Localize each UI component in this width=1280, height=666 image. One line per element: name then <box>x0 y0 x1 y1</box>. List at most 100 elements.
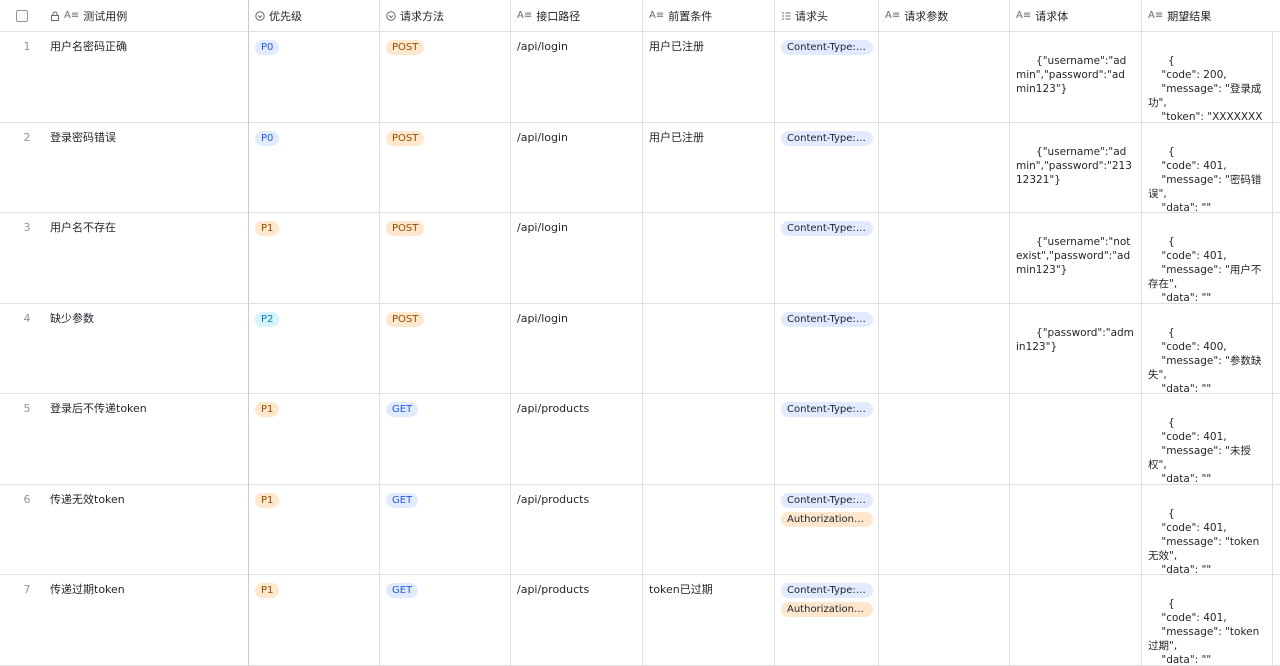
table-row[interactable]: 5 登录后不传递token P1 GET /api/products Conte… <box>0 394 1280 485</box>
path-text: /api/login <box>517 130 568 144</box>
table-row[interactable]: 4 缺少参数 P2 POST /api/login Content-Type: … <box>0 303 1280 394</box>
priority-cell[interactable]: P2 <box>249 303 380 393</box>
table-row[interactable]: 7 传递过期token P1 GET /api/products token已过… <box>0 575 1280 666</box>
precondition-cell[interactable] <box>643 303 775 393</box>
body-cell[interactable]: {"password":"admin123"} <box>1010 303 1142 393</box>
case-name-cell[interactable]: 用户名不存在 <box>44 213 249 303</box>
params-cell[interactable] <box>879 484 1010 574</box>
case-name: 登录后不传递token <box>50 402 147 415</box>
params-cell[interactable] <box>879 575 1010 665</box>
case-name-cell[interactable]: 用户名密码正确 <box>44 32 249 122</box>
expected-cell[interactable]: { "code": 401, "message": "用户不存在", "data… <box>1142 213 1273 303</box>
expected-text: { "code": 400, "message": "参数缺失", "data"… <box>1148 326 1262 394</box>
authorization-tag: Authorization: {... <box>781 511 873 527</box>
column-header-priority[interactable]: 优先级 <box>249 0 380 31</box>
table-row[interactable]: 2 登录密码错误 P0 POST /api/login 用户已注册 Conten… <box>0 122 1280 213</box>
params-cell[interactable] <box>879 213 1010 303</box>
body-cell[interactable] <box>1010 394 1142 484</box>
case-name-cell[interactable]: 传递过期token <box>44 575 249 665</box>
params-cell[interactable] <box>879 122 1010 212</box>
select-all-checkbox[interactable] <box>0 0 44 31</box>
table-row[interactable]: 6 传递无效token P1 GET /api/products Content… <box>0 484 1280 575</box>
case-name-cell[interactable]: 登录密码错误 <box>44 123 249 213</box>
expected-cell[interactable]: { "code": 401, "message": "token无效", "da… <box>1142 484 1273 574</box>
precondition-cell[interactable]: 用户已注册 <box>643 122 775 212</box>
path-cell[interactable]: /api/products <box>511 575 643 665</box>
method-cell[interactable]: POST <box>380 213 511 303</box>
path-cell[interactable]: /api/login <box>511 32 643 122</box>
expected-cell[interactable]: { "code": 401, "message": "token过期", "da… <box>1142 575 1273 665</box>
table-header: A≡ 测试用例 优先级 请求方法 A≡ 接口路径 A≡ 前置条件 请求头 A≡ … <box>0 0 1280 32</box>
select-icon <box>386 10 396 21</box>
params-cell[interactable] <box>879 303 1010 393</box>
text-field-icon: A≡ <box>64 10 80 21</box>
precondition-cell[interactable] <box>643 213 775 303</box>
path-cell[interactable]: /api/login <box>511 213 643 303</box>
column-header-path[interactable]: A≡ 接口路径 <box>511 0 643 31</box>
body-cell[interactable]: {"username":"admin","password":"21312321… <box>1010 122 1142 212</box>
expected-cell[interactable]: { "code": 200, "message": "登录成功", "token… <box>1142 32 1273 122</box>
path-cell[interactable]: /api/products <box>511 394 643 484</box>
precondition-cell[interactable]: token已过期 <box>643 575 775 665</box>
precondition-cell[interactable] <box>643 394 775 484</box>
expected-cell[interactable]: { "code": 401, "message": "密码错误", "data"… <box>1142 122 1273 213</box>
header-tags: Content-Type: a... <box>781 311 873 327</box>
header-tags: Content-Type: a... <box>781 130 873 146</box>
headers-cell[interactable]: Content-Type: a... <box>775 303 879 393</box>
method-cell[interactable]: POST <box>380 32 511 122</box>
column-header-body[interactable]: A≡ 请求体 <box>1010 0 1142 31</box>
headers-cell[interactable]: Content-Type: ... Authorization: {... <box>775 484 879 574</box>
case-name-cell[interactable]: 传递无效token <box>44 485 249 575</box>
params-cell[interactable] <box>879 394 1010 484</box>
column-header-headers[interactable]: 请求头 <box>775 0 879 31</box>
headers-cell[interactable]: Content-Type: a... <box>775 213 879 303</box>
path-cell[interactable]: /api/products <box>511 484 643 574</box>
precondition-cell[interactable] <box>643 484 775 574</box>
case-name: 用户名密码正确 <box>50 40 127 53</box>
case-name-cell[interactable]: 缺少参数 <box>44 304 249 394</box>
path-cell[interactable]: /api/login <box>511 303 643 393</box>
headers-cell[interactable]: Content-Type: a... <box>775 32 879 122</box>
header-tags: Content-Type: a... <box>781 40 873 55</box>
body-text: {"username":"notexist","password":"admin… <box>1016 236 1131 276</box>
column-header-case[interactable]: A≡ 测试用例 <box>44 0 249 31</box>
method-cell[interactable]: POST <box>380 303 511 393</box>
method-cell[interactable]: GET <box>380 484 511 574</box>
content-type-tag: Content-Type: ... <box>781 583 873 598</box>
body-cell[interactable] <box>1010 575 1142 665</box>
expected-cell[interactable]: { "code": 400, "message": "参数缺失", "data"… <box>1142 303 1273 394</box>
method-cell[interactable]: GET <box>380 394 511 484</box>
method-cell[interactable]: GET <box>380 575 511 665</box>
headers-cell[interactable]: Content-Type: a... <box>775 394 879 484</box>
method-cell[interactable]: POST <box>380 122 511 212</box>
expected-text: { "code": 401, "message": "密码错误", "data"… <box>1148 145 1262 213</box>
priority-cell[interactable]: P0 <box>249 122 380 212</box>
checkbox-icon[interactable] <box>16 9 28 22</box>
precondition-cell[interactable]: 用户已注册 <box>643 32 775 122</box>
priority-cell[interactable]: P1 <box>249 213 380 303</box>
column-header-params[interactable]: A≡ 请求参数 <box>879 0 1010 31</box>
path-cell[interactable]: /api/login <box>511 122 643 212</box>
column-header-expected[interactable]: A≡ 期望结果 <box>1142 0 1280 31</box>
params-cell[interactable] <box>879 32 1010 122</box>
priority-cell[interactable]: P1 <box>249 394 380 484</box>
headers-cell[interactable]: Content-Type: ... Authorization: {... <box>775 575 879 665</box>
column-header-method[interactable]: 请求方法 <box>380 0 511 31</box>
table-row[interactable]: 1 用户名密码正确 P0 POST /api/login 用户已注册 Conte… <box>0 32 1280 123</box>
priority-cell[interactable]: P0 <box>249 32 380 122</box>
text-field-icon: A≡ <box>1148 10 1164 21</box>
table-row[interactable]: 3 用户名不存在 P1 POST /api/login Content-Type… <box>0 213 1280 304</box>
body-cell[interactable]: {"username":"notexist","password":"admin… <box>1010 213 1142 303</box>
column-header-precondition[interactable]: A≡ 前置条件 <box>643 0 775 31</box>
path-text: /api/products <box>517 492 590 506</box>
case-name: 传递过期token <box>50 583 125 596</box>
headers-cell[interactable]: Content-Type: a... <box>775 122 879 212</box>
method-tag: POST <box>386 221 425 236</box>
body-cell[interactable]: {"username":"admin","password":"admin123… <box>1010 32 1142 122</box>
case-name-cell[interactable]: 登录后不传递token <box>44 394 249 484</box>
priority-cell[interactable]: P1 <box>249 484 380 574</box>
body-cell[interactable] <box>1010 484 1142 574</box>
expected-cell[interactable]: { "code": 401, "message": "未授权", "data":… <box>1142 394 1273 484</box>
priority-cell[interactable]: P1 <box>249 575 380 665</box>
header-tags: Content-Type: a... <box>781 402 873 417</box>
